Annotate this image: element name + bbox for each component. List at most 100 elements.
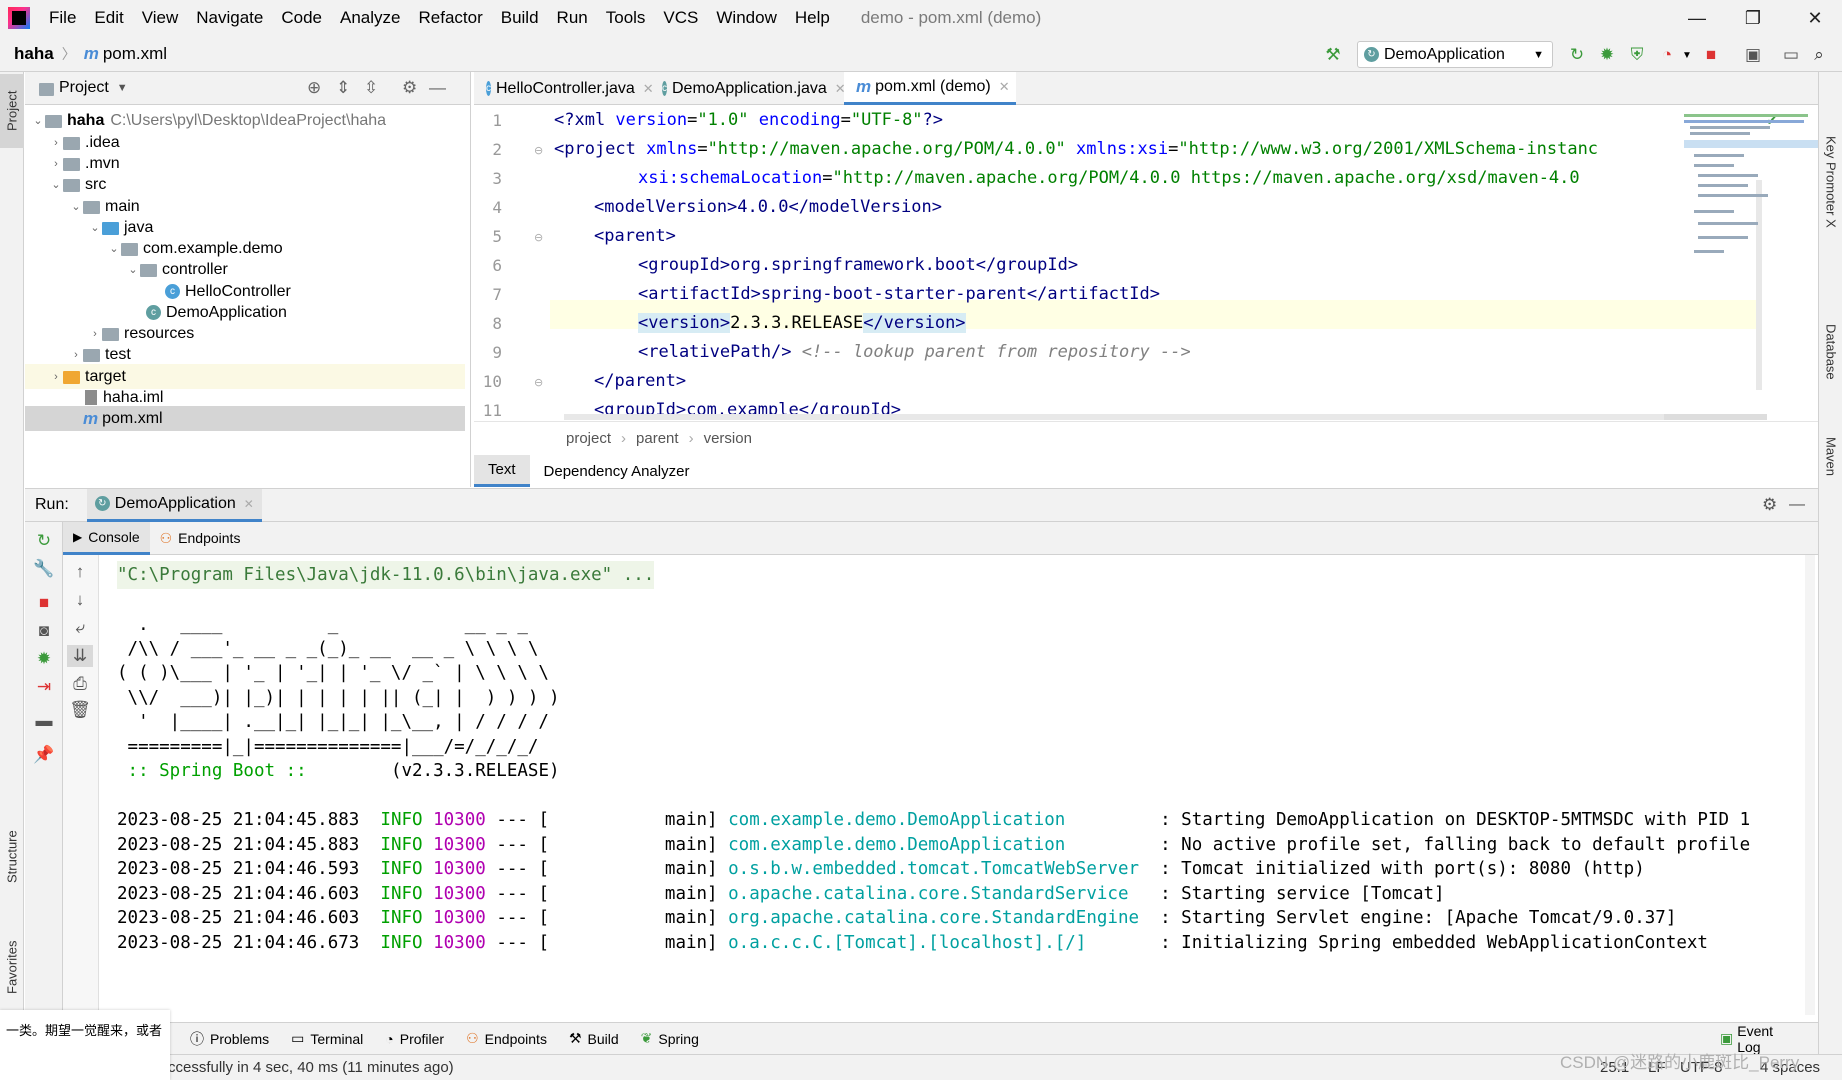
menu-run[interactable]: Run [548, 8, 597, 28]
tab-dependency-analyzer[interactable]: Dependency Analyzer [530, 455, 704, 487]
expand-all-icon[interactable]: ⇕ [336, 78, 350, 98]
minimap[interactable] [1684, 110, 1818, 260]
restore-icon[interactable]: ❐ [1726, 0, 1780, 36]
chevron-down-icon[interactable]: ⌄ [107, 242, 121, 255]
project-panel-header: Project ▼ ⊕ ⇕ ⇳ ⚙ — [25, 72, 470, 105]
tab-console[interactable]: ▶ Console [63, 521, 150, 555]
build-button[interactable]: ⚒ Build [569, 1030, 619, 1047]
menu-analyze[interactable]: Analyze [331, 8, 409, 28]
stop-icon[interactable]: ■ [1700, 44, 1722, 66]
more-run-options-icon[interactable]: ▼ [1676, 44, 1698, 66]
profile-icon[interactable]: ◔ [1656, 44, 1678, 66]
status-message[interactable]: ccessfully in 4 sec, 40 ms (11 minutes a… [168, 1059, 454, 1076]
menu-refactor[interactable]: Refactor [409, 8, 491, 28]
locate-icon[interactable]: ⊕ [307, 78, 321, 98]
chevron-down-icon[interactable]: ⌄ [31, 114, 45, 127]
menu-view[interactable]: View [133, 8, 188, 28]
menu-vcs[interactable]: VCS [654, 8, 707, 28]
code-content[interactable]: <?xml version="1.0" encoding="UTF-8"?> <… [550, 106, 1756, 421]
favorites-tool-tab[interactable]: Favorites [0, 922, 24, 1012]
search-icon[interactable]: ⌕ [1808, 44, 1830, 66]
scroll-up-icon[interactable]: ↑ [67, 561, 93, 583]
exit-icon[interactable]: ⇥ [31, 676, 57, 698]
close-tab-icon[interactable]: ✕ [999, 79, 1010, 95]
hide-panel-icon[interactable]: — [1789, 496, 1805, 514]
menu-build[interactable]: Build [492, 8, 548, 28]
trash-icon[interactable]: 🗑 [67, 699, 93, 721]
debug-icon[interactable]: ✹ [1596, 44, 1618, 66]
run-configuration-select[interactable]: ↻ DemoApplication ▼ [1357, 41, 1553, 68]
menu-help[interactable]: Help [786, 8, 839, 28]
horizontal-scrollbar[interactable] [1662, 414, 1767, 420]
layout-icon[interactable]: ▬ [31, 710, 57, 732]
wrench-icon[interactable]: 🔧 [31, 558, 57, 580]
spring-button[interactable]: ❦ Spring [641, 1030, 699, 1047]
scroll-down-icon[interactable]: ↓ [67, 589, 93, 611]
chevron-right-icon[interactable]: › [49, 371, 63, 383]
tab-endpoints[interactable]: ⚇ Endpoints [150, 522, 251, 555]
tab-pom[interactable]: m pom.xml (demo) ✕ [844, 72, 1016, 105]
console-output[interactable]: "C:\Program Files\Java\jdk-11.0.6\bin\ja… [99, 555, 1818, 1022]
breadcrumb-project[interactable]: haha [14, 44, 54, 64]
fold-icon[interactable]: ⊖ [534, 231, 543, 244]
pin-icon[interactable]: 📌 [31, 744, 57, 766]
chevron-right-icon[interactable]: › [69, 349, 83, 361]
maven-tab[interactable]: Maven [1819, 412, 1842, 502]
horizontal-scrollbar-track[interactable] [564, 414, 1664, 420]
camera-icon[interactable]: ◙ [31, 620, 57, 642]
fold-icon[interactable]: ⊖ [534, 376, 543, 389]
chevron-down-icon[interactable]: ⌄ [69, 200, 83, 213]
debug-icon[interactable]: ✹ [31, 648, 57, 670]
scroll-to-end-icon[interactable]: ⇊ [67, 645, 93, 667]
terminal-button[interactable]: ▭ Terminal [291, 1030, 363, 1047]
structure-tool-tab[interactable]: Structure [0, 812, 24, 902]
collapse-all-icon[interactable]: ⇳ [364, 78, 378, 98]
breadcrumb-item[interactable]: parent [636, 430, 679, 447]
console-scrollbar[interactable] [1805, 555, 1815, 1015]
stop-icon[interactable]: ■ [31, 592, 57, 614]
breadcrumb-file[interactable]: pom.xml [103, 44, 167, 64]
run-config-tab[interactable]: ↻ DemoApplication ✕ [86, 488, 262, 522]
chevron-down-icon[interactable]: ⌄ [88, 221, 102, 234]
menu-window[interactable]: Window [707, 8, 785, 28]
rerun-icon[interactable]: ↻ [31, 530, 57, 552]
database-tab[interactable]: Database [1819, 297, 1842, 407]
tab-hellocontroller[interactable]: c HelloController.java ✕ [474, 72, 654, 105]
gear-icon[interactable]: ⚙ [1762, 495, 1777, 515]
endpoints-button[interactable]: ⚇ Endpoints [466, 1030, 547, 1047]
rerun-icon[interactable]: ↻ [1566, 44, 1588, 66]
menu-tools[interactable]: Tools [597, 8, 655, 28]
chevron-right-icon[interactable]: › [49, 158, 63, 170]
fold-icon[interactable]: ⊖ [534, 144, 543, 157]
project-structure-icon[interactable]: ▣ [1742, 44, 1764, 66]
gear-icon[interactable]: ⚙ [402, 78, 417, 98]
breadcrumb-item[interactable]: version [704, 430, 752, 447]
chevron-down-icon[interactable]: ⌄ [126, 263, 140, 276]
minimize-icon[interactable]: — [1670, 0, 1724, 36]
menu-file[interactable]: File [40, 8, 85, 28]
coverage-icon[interactable]: ⛨ [1626, 44, 1648, 66]
key-promoter-tab[interactable]: Key Promoter X [1819, 82, 1842, 282]
chevron-right-icon[interactable]: › [88, 328, 102, 340]
chevron-right-icon[interactable]: › [49, 137, 63, 149]
print-icon[interactable]: ⎙ [67, 673, 93, 695]
project-panel-title[interactable]: Project [59, 79, 109, 97]
menu-code[interactable]: Code [272, 8, 331, 28]
project-tool-tab[interactable]: Project [0, 74, 24, 148]
menu-edit[interactable]: Edit [85, 8, 132, 28]
close-tab-icon[interactable]: ✕ [244, 497, 254, 511]
problems-button[interactable]: ⓘ Problems [190, 1029, 269, 1049]
hide-panel-icon[interactable]: — [429, 78, 446, 98]
soft-wrap-icon[interactable]: ⤶ [67, 617, 93, 639]
chevron-down-icon[interactable]: ▼ [117, 82, 128, 94]
breadcrumb-item[interactable]: project [566, 430, 611, 447]
tab-demoapplication[interactable]: c DemoApplication.java ✕ [650, 72, 846, 105]
build-hammer-icon[interactable]: ⚒ [1322, 44, 1344, 66]
close-window-icon[interactable]: ✕ [1788, 0, 1842, 36]
chevron-down-icon[interactable]: ⌄ [49, 178, 63, 191]
profiler-button[interactable]: ◔ Profiler [385, 1031, 444, 1047]
terminal-layout-icon[interactable]: ▭ [1780, 44, 1802, 66]
menu-navigate[interactable]: Navigate [187, 8, 272, 28]
tab-text[interactable]: Text [474, 455, 530, 487]
tree-item-pom[interactable]: m pom.xml [25, 406, 465, 431]
